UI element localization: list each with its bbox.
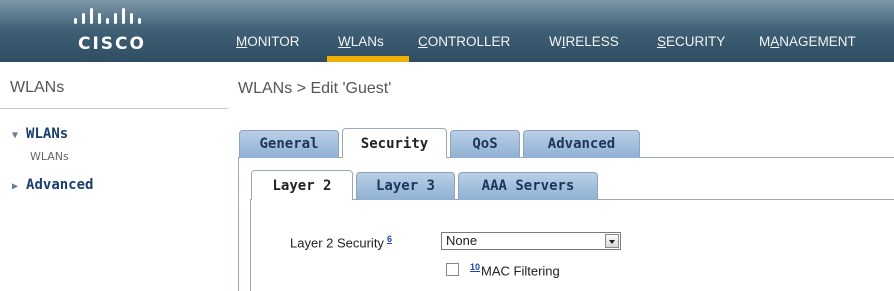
subtab-panel-left-edge [250,199,251,291]
sidebar-item-advanced[interactable]: ▶ Advanced [12,177,93,193]
sidebar-item-advanced-label: Advanced [26,177,94,193]
layer2-footnote-link[interactable]: 6 [387,234,392,244]
nav-wlans[interactable]: WLANs [338,34,384,49]
cisco-logo: CISCO [72,8,162,54]
triangle-down-icon: ▼ [12,130,19,141]
brand-wordmark: CISCO [78,34,146,54]
layer2-security-value: None [446,233,478,248]
nav-management-accesskey: A [770,34,780,49]
mac-filtering-text: MAC Filtering [481,263,560,279]
nav-controller-accesskey: C [418,34,428,49]
nav-management[interactable]: MANAGEMENT [759,34,856,49]
tab-advanced[interactable]: Advanced [523,130,640,158]
subtab-layer2[interactable]: Layer 2 [251,170,353,200]
sidebar-subitem-wlans[interactable]: WLANs [30,150,69,163]
sidebar-title: WLANs [10,79,65,96]
nav-security[interactable]: SECURITY [657,34,725,49]
nav-monitor[interactable]: MONITOR [236,34,300,49]
sidebar-item-wlans-label: WLANs [26,126,69,142]
tab-general[interactable]: General [239,130,339,158]
breadcrumb: WLANs > Edit 'Guest' [238,80,392,97]
nav-wlans-accesskey: W [338,34,351,49]
top-header-bar: CISCO MONITOR WLANs CONTROLLER WIRELESS … [0,0,894,62]
triangle-right-icon: ▶ [12,181,19,192]
mac-footnote-link[interactable]: 10 [470,262,480,272]
tab-qos[interactable]: QoS [450,130,520,158]
nav-wireless[interactable]: WIRELESS [549,34,619,49]
nav-management-label: NAGEMENT [779,34,856,49]
layer2-security-select[interactable]: None [441,232,621,250]
nav-wireless-label: RELESS [565,34,619,49]
dropdown-arrow-icon[interactable] [605,234,619,248]
mac-filtering-label: 10MAC Filtering [470,262,560,278]
subtab-aaa-servers[interactable]: AAA Servers [458,172,598,200]
nav-security-accesskey: S [657,34,667,49]
nav-active-indicator [327,56,409,62]
mac-filtering-checkbox[interactable] [446,263,459,276]
nav-wlans-label: LANs [350,34,384,49]
layer2-security-text: Layer 2 Security [290,235,384,251]
subtab-layer3[interactable]: Layer 3 [356,172,455,200]
tab-security[interactable]: Security [342,128,447,158]
nav-security-label: ECURITY [666,34,726,49]
cisco-bars-icon [74,8,141,24]
nav-monitor-label: ONITOR [247,34,300,49]
nav-management-prefix: M [759,34,771,49]
sidebar-item-wlans[interactable]: ▼ WLANs [12,126,68,142]
nav-wireless-prefix: W [549,34,562,49]
sidebar-divider [0,108,228,109]
nav-controller[interactable]: CONTROLLER [418,34,510,49]
nav-monitor-accesskey: M [236,34,248,49]
nav-controller-label: ONTROLLER [427,34,511,49]
layer2-security-label: Layer 2 Security 6 [290,234,392,250]
